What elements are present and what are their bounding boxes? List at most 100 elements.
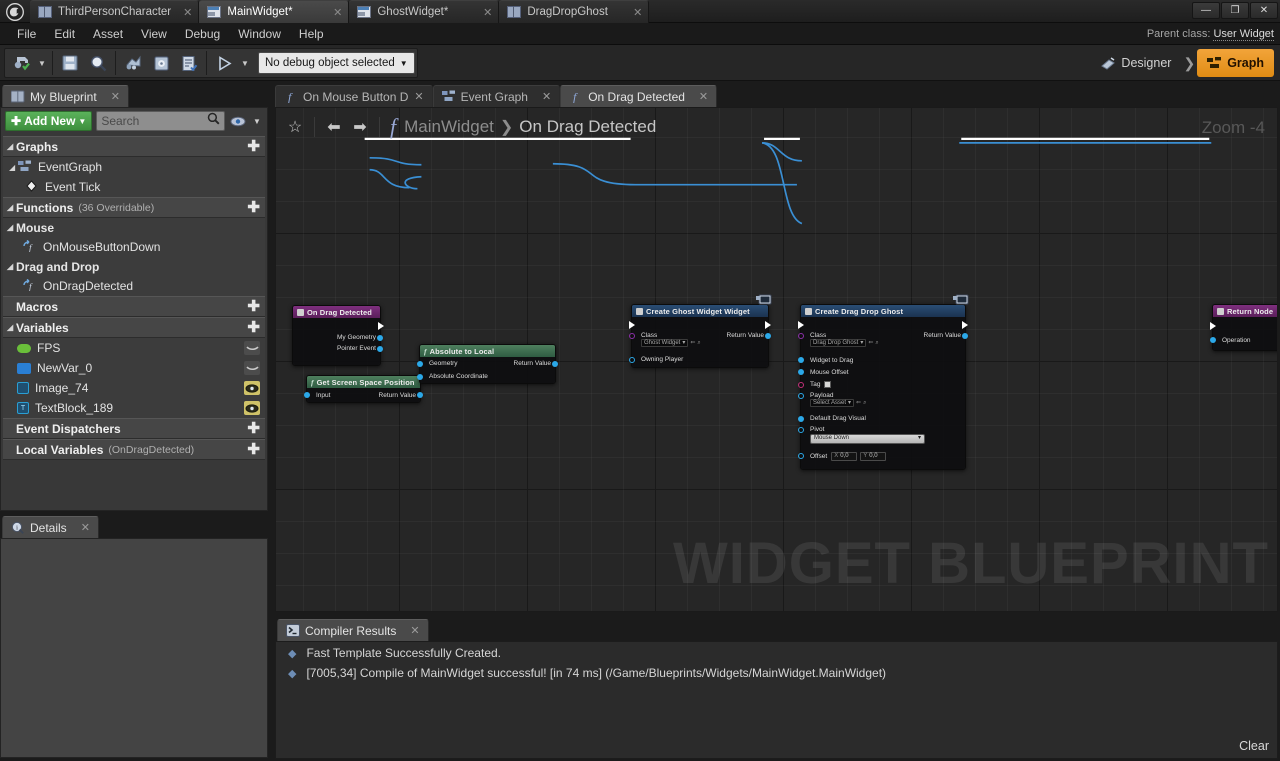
return-value-out-pin[interactable] bbox=[962, 333, 968, 339]
open-eye-icon[interactable] bbox=[244, 381, 260, 395]
add-local-variable-button[interactable]: ✚ bbox=[247, 442, 260, 457]
save-button[interactable] bbox=[57, 50, 83, 76]
search-input[interactable]: Search bbox=[96, 111, 225, 131]
close-icon[interactable]: ✕ bbox=[621, 6, 642, 19]
data-in-pin[interactable] bbox=[798, 453, 804, 459]
list-item-compiler-message[interactable]: ◆ [7005,34] Compile of MainWidget succes… bbox=[276, 662, 1277, 682]
tab-on-drag-detected[interactable]: f On Drag Detected ✕ bbox=[560, 85, 718, 107]
exec-in-pin[interactable] bbox=[629, 321, 635, 329]
add-function-button[interactable]: ✚ bbox=[247, 200, 260, 215]
window-tab-3[interactable]: DragDropGhost ✕ bbox=[499, 0, 650, 23]
data-in-pin[interactable] bbox=[798, 381, 804, 388]
menu-item-edit[interactable]: Edit bbox=[45, 23, 84, 45]
data-in-pin[interactable] bbox=[304, 392, 310, 398]
data-out-pin[interactable] bbox=[377, 346, 383, 352]
closed-eye-icon[interactable] bbox=[244, 341, 260, 355]
data-in-pin[interactable] bbox=[798, 369, 804, 375]
pin-row-pointer-event[interactable]: Pointer Event bbox=[293, 343, 383, 354]
clear-button[interactable]: Clear bbox=[1239, 739, 1269, 753]
back-arrow-icon[interactable]: ⬅ bbox=[321, 114, 347, 140]
data-in-pin[interactable] bbox=[798, 415, 804, 422]
node-create-drag-drop-ghost[interactable]: Create Drag Drop Ghost Class Drag Drop G… bbox=[798, 294, 969, 470]
add-graph-button[interactable]: ✚ bbox=[247, 139, 260, 154]
compile-options-chevron-down-icon[interactable]: ▼ bbox=[35, 50, 49, 76]
close-icon[interactable]: ✕ bbox=[699, 90, 708, 103]
list-item-event-tick[interactable]: Event Tick bbox=[3, 177, 265, 197]
pin-row-input[interactable]: Input Return Value bbox=[304, 388, 423, 402]
data-in-pin[interactable] bbox=[1210, 337, 1216, 343]
browse-asset-icon[interactable]: ⌕ bbox=[875, 340, 878, 347]
menu-item-asset[interactable]: Asset bbox=[84, 23, 132, 45]
node-absolute-to-local[interactable]: f Absolute to Local Geometry Return Valu… bbox=[417, 344, 558, 384]
menu-item-file[interactable]: File bbox=[8, 23, 45, 45]
data-out-pin[interactable] bbox=[552, 360, 558, 367]
parent-class-link[interactable]: User Widget bbox=[1213, 28, 1274, 41]
close-button[interactable]: ✕ bbox=[1250, 2, 1278, 19]
class-selector-dropdown[interactable]: Ghost Widget ▾ bbox=[641, 339, 689, 348]
node-return[interactable]: Return Node Operation bbox=[1210, 304, 1277, 351]
payload-asset-dropdown[interactable]: Select Asset ▾ bbox=[810, 399, 855, 408]
section-local-variables[interactable]: ◢ Local Variables (OnDragDetected) ✚ bbox=[3, 439, 265, 460]
pin-row-exec[interactable] bbox=[798, 317, 968, 331]
add-macro-button[interactable]: ✚ bbox=[247, 299, 260, 314]
add-variable-button[interactable]: ✚ bbox=[247, 320, 260, 335]
data-in-pin[interactable] bbox=[417, 373, 423, 380]
data-in-pin[interactable] bbox=[629, 356, 635, 363]
class-in-pin[interactable] bbox=[798, 333, 804, 339]
section-event-dispatchers[interactable]: ◢ Event Dispatchers ✚ bbox=[3, 418, 265, 439]
close-icon[interactable]: ✕ bbox=[410, 624, 419, 637]
data-in-pin[interactable] bbox=[798, 357, 804, 363]
pin-row-widget-to-drag[interactable]: Widget to Drag bbox=[798, 354, 965, 366]
compile-button[interactable] bbox=[8, 50, 34, 76]
window-tab-0[interactable]: ThirdPersonCharacter ✕ bbox=[30, 0, 200, 23]
list-item-compiler-message[interactable]: ◆ Fast Template Successfully Created. bbox=[276, 642, 1277, 662]
close-icon[interactable]: ✕ bbox=[542, 90, 551, 103]
pin-row-geometry[interactable]: Geometry Return Value bbox=[417, 357, 558, 370]
add-event-dispatcher-button[interactable]: ✚ bbox=[247, 421, 260, 436]
blueprint-props-button[interactable] bbox=[120, 50, 146, 76]
pivot-dropdown[interactable]: Mouse Down ▾ bbox=[810, 433, 925, 444]
play-button[interactable] bbox=[211, 50, 237, 76]
forward-arrow-icon[interactable]: ➡ bbox=[347, 114, 373, 140]
subcategory-drag-and-drop[interactable]: ◢ Drag and Drop bbox=[3, 257, 265, 276]
return-value-out-pin[interactable] bbox=[765, 333, 771, 339]
close-icon[interactable]: ✕ bbox=[111, 90, 120, 103]
section-functions[interactable]: ◢ Functions (36 Overridable) ✚ bbox=[3, 197, 265, 218]
section-graphs[interactable]: ◢ Graphs ✚ bbox=[3, 136, 265, 157]
use-selected-asset-icon[interactable]: ⇐ bbox=[690, 340, 695, 347]
debug-object-selector[interactable]: No debug object selected ▼ bbox=[258, 52, 415, 74]
breadcrumb-root[interactable]: MainWidget bbox=[404, 117, 494, 137]
close-icon[interactable]: ✕ bbox=[81, 521, 90, 534]
pin-row-absolute-coordinate[interactable]: Absolute Coordinate bbox=[417, 370, 555, 383]
list-item-variable-image74[interactable]: Image_74 bbox=[3, 378, 265, 398]
class-settings-button[interactable] bbox=[148, 50, 174, 76]
section-variables[interactable]: ◢ Variables ✚ bbox=[3, 317, 265, 338]
open-eye-icon[interactable] bbox=[244, 401, 260, 415]
pin-row-class[interactable]: Class Drag Drop Ghost ▾ ⇐ ⌕ Return Value bbox=[798, 331, 968, 354]
tab-my-blueprint[interactable]: My Blueprint ✕ bbox=[2, 85, 129, 107]
favorite-star-icon[interactable]: ☆ bbox=[282, 114, 308, 140]
exec-out-pin[interactable] bbox=[378, 322, 384, 330]
pin-row-payload[interactable]: Payload Select Asset ▾ ⇐ ⌕ bbox=[798, 391, 965, 412]
class-selector-dropdown[interactable]: Drag Drop Ghost ▾ bbox=[810, 339, 867, 348]
pin-row-exec-in[interactable] bbox=[1210, 317, 1277, 333]
offset-x-field[interactable]: X 0,0 bbox=[831, 451, 858, 461]
list-item-onmousebuttondown[interactable]: f OnMouseButtonDown bbox=[3, 237, 265, 257]
closed-eye-icon[interactable] bbox=[244, 361, 260, 375]
list-item-variable-newvar0[interactable]: NewVar_0 bbox=[3, 358, 265, 378]
list-item-eventgraph[interactable]: ◢ EventGraph bbox=[3, 157, 265, 177]
offset-y-field[interactable]: Y 0,0 bbox=[860, 451, 887, 461]
data-in-pin[interactable] bbox=[798, 427, 804, 433]
filter-options-chevron-down-icon[interactable]: ▼ bbox=[251, 112, 263, 130]
browse-asset-icon[interactable]: ⌕ bbox=[863, 400, 866, 407]
node-on-drag-detected[interactable]: On Drag Detected My Geometry Pointer Eve… bbox=[292, 305, 384, 366]
close-icon[interactable]: ✕ bbox=[171, 6, 192, 19]
pin-row-operation[interactable]: Operation bbox=[1210, 333, 1277, 347]
tab-event-graph[interactable]: Event Graph ✕ bbox=[432, 85, 561, 107]
exec-out-pin[interactable] bbox=[962, 321, 968, 329]
pin-row-mouse-offset[interactable]: Mouse Offset bbox=[798, 366, 965, 378]
data-out-pin[interactable] bbox=[417, 392, 423, 398]
data-in-pin[interactable] bbox=[798, 393, 804, 399]
section-macros[interactable]: ◢ Macros ✚ bbox=[3, 296, 265, 317]
pin-row-owning-player[interactable]: Owning Player bbox=[629, 353, 768, 366]
